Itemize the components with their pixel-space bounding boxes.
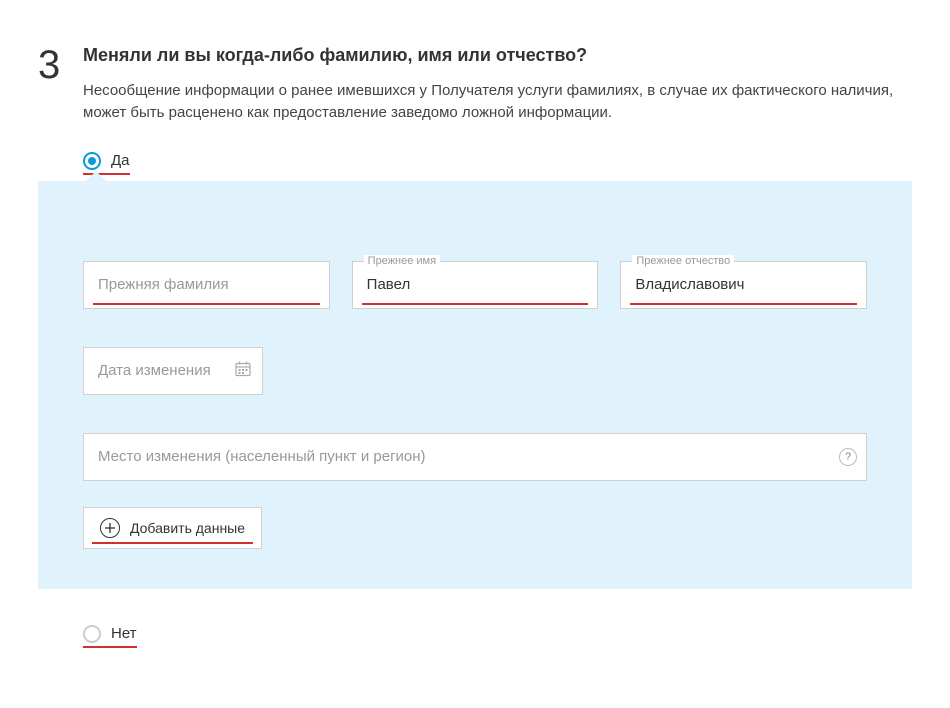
radio-no-label: Нет <box>111 625 137 642</box>
step-number: 3 <box>38 45 60 85</box>
radio-no-icon <box>83 625 101 643</box>
question-description: Несообщение информации о ранее имевшихся… <box>83 80 912 124</box>
radio-no-row[interactable]: Нет <box>83 625 137 648</box>
validation-underline <box>92 542 253 544</box>
former-patronymic-input[interactable] <box>620 261 867 309</box>
former-firstname-field: Прежнее имя <box>352 261 599 309</box>
validation-underline <box>362 303 589 305</box>
radio-yes-label: Да <box>111 152 130 169</box>
change-place-input[interactable] <box>83 433 867 481</box>
change-place-field: ? <box>83 433 867 481</box>
name-change-panel: Прежнее имя Прежнее отчество <box>38 181 912 589</box>
former-firstname-input[interactable] <box>352 261 599 309</box>
former-surname-field <box>83 261 330 309</box>
former-patronymic-field: Прежнее отчество <box>620 261 867 309</box>
former-patronymic-label: Прежнее отчество <box>632 255 734 267</box>
radio-yes-icon <box>83 152 101 170</box>
add-data-label: Добавить данные <box>130 520 245 536</box>
former-firstname-label: Прежнее имя <box>364 255 440 267</box>
former-surname-input[interactable] <box>83 261 330 309</box>
plus-icon <box>100 518 120 538</box>
change-date-field <box>83 347 263 395</box>
calendar-icon[interactable] <box>235 360 251 381</box>
validation-underline <box>630 303 857 305</box>
help-icon[interactable]: ? <box>839 448 857 466</box>
add-data-button[interactable]: Добавить данные <box>83 507 262 549</box>
question-title: Меняли ли вы когда-либо фамилию, имя или… <box>83 45 912 66</box>
validation-underline <box>93 303 320 305</box>
